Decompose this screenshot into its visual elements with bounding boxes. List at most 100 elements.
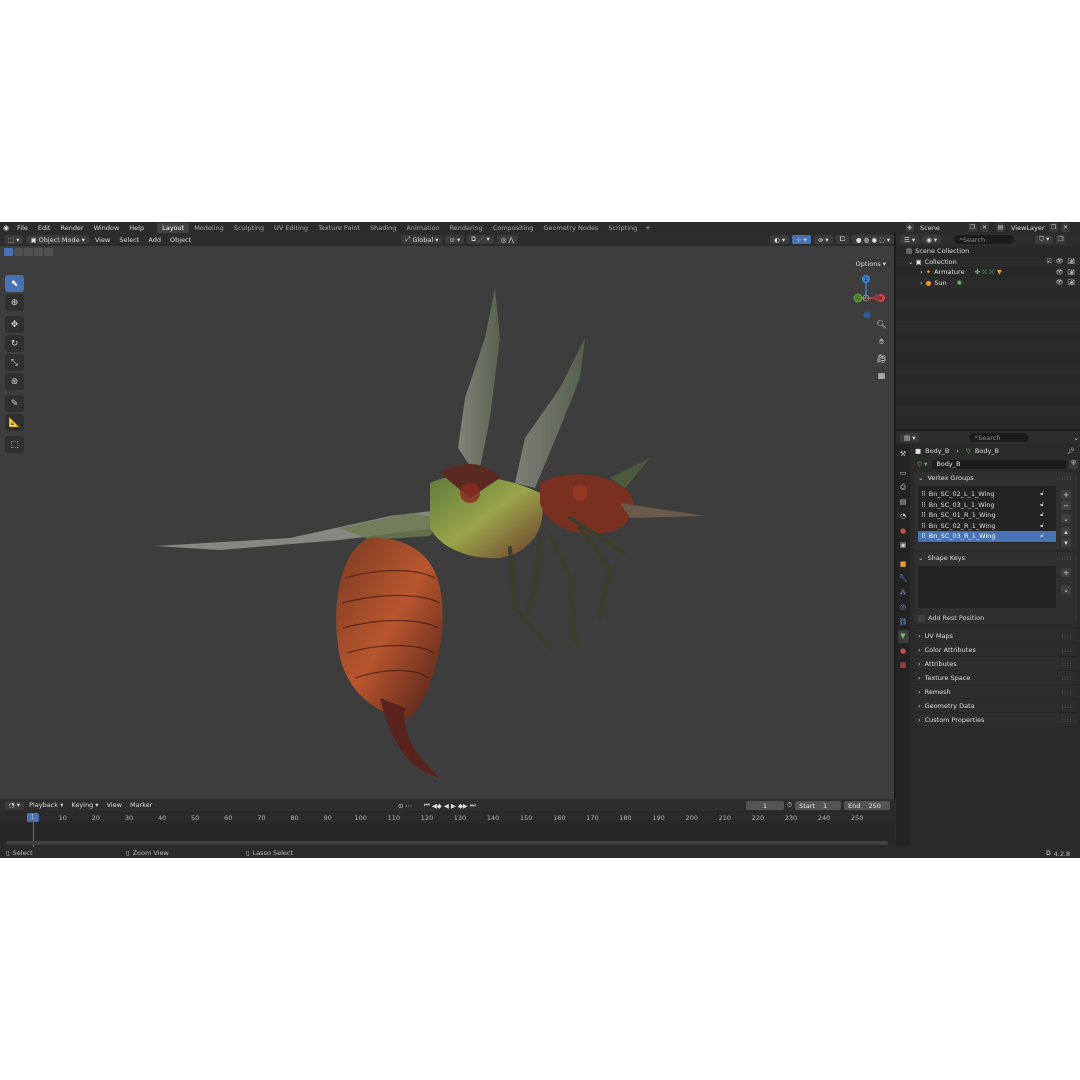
particles-tab-icon[interactable]: ⁂ <box>898 587 909 600</box>
shading-modes[interactable]: ● ◍ ◉ ◌ ▾ <box>851 235 894 244</box>
tab-scripting[interactable]: Scripting <box>603 223 642 233</box>
select-new-icon[interactable] <box>4 248 13 256</box>
header-options-icon[interactable]: ⌄ <box>1073 434 1078 442</box>
tab-uv-editing[interactable]: UV Editing <box>269 223 313 233</box>
gizmo-neg-x[interactable] <box>873 294 881 302</box>
properties-search-input[interactable]: ⌕ Search <box>969 433 1030 442</box>
outliner-item-armature[interactable]: › ✦ Armature ✤ ⛌ ⛌ ▼ 👁︎ 📷︎ <box>896 267 1080 278</box>
gizmo-neg-z[interactable] <box>863 311 871 319</box>
shape-key-list[interactable] <box>918 566 1056 608</box>
current-frame-field[interactable]: 1 <box>746 801 784 810</box>
menu-render[interactable]: Render <box>55 224 88 232</box>
gizmo-toggle[interactable]: ⊹ ▾ <box>792 235 811 244</box>
vertex-groups-header[interactable]: ⌄ Vertex Groups :::: <box>914 472 1077 484</box>
delete-scene-icon[interactable]: ✕ <box>980 223 989 232</box>
menu-select[interactable]: Select <box>116 236 142 244</box>
outliner-item-sun[interactable]: › ● Sun ✺ 👁︎ 📷︎ <box>896 277 1080 288</box>
panel-attributes[interactable]: › Attributes:::: <box>914 656 1077 670</box>
scene-name[interactable]: Scene <box>917 224 965 232</box>
mesh-data-tab-icon[interactable]: ▼ <box>897 630 909 643</box>
proportional-edit-toggle[interactable]: ◎ ⋀ <box>496 235 518 244</box>
start-frame-field[interactable]: Start 1 <box>795 801 842 810</box>
render-tab-icon[interactable]: ▭ <box>898 467 909 480</box>
drag-handle-icon[interactable]: :::: <box>1061 716 1072 724</box>
lock-icon[interactable]: 🔓︎ <box>1040 501 1044 509</box>
drag-handle-icon[interactable]: :::: <box>1061 674 1072 682</box>
lock-icon[interactable]: 🔓︎ <box>1040 532 1044 540</box>
physics-tab-icon[interactable]: ◎ <box>898 601 909 614</box>
drag-handle-icon[interactable]: :::: <box>1061 646 1072 654</box>
scene-tab-icon[interactable]: ◔ <box>898 510 909 523</box>
timeline-editor-type[interactable]: ◔ ▾ <box>5 800 25 810</box>
tab-shading[interactable]: Shading <box>365 223 401 233</box>
menu-add[interactable]: Add <box>145 236 164 244</box>
collection-tab-icon[interactable]: ▣ <box>898 539 909 552</box>
shape-key-specials-button[interactable]: ⌄ <box>1061 585 1071 594</box>
tab-animation[interactable]: Animation <box>401 223 444 233</box>
modifier-tab-icon[interactable]: 🔧︎ <box>898 572 909 585</box>
select-intersect-icon[interactable] <box>44 248 53 256</box>
tab-compositing[interactable]: Compositing <box>488 223 539 233</box>
editor-type-dropdown[interactable]: ⬚ ▾ <box>4 235 24 244</box>
transform-tool-icon[interactable]: ⊛ <box>5 373 24 390</box>
vertex-group-item[interactable]: ⠿ Bn_SC_03_L_1_Wing 🔓︎ <box>918 500 1056 511</box>
tab-rendering[interactable]: Rendering <box>445 223 488 233</box>
move-up-button[interactable]: ▴ <box>1061 527 1071 536</box>
constraints-tab-icon[interactable]: ⛓ <box>898 616 909 629</box>
3d-viewport[interactable]: ⬚ ▾ ▣ Object Mode ▾ View Select Add Objec… <box>0 233 894 799</box>
keyframe-track[interactable] <box>0 823 894 841</box>
vertex-group-list[interactable]: ⠿ Bn_SC_02_L_1_Wing 🔓︎ ⠿ Bn_SC_03_L_1_Wing 🔓︎… <box>918 486 1056 543</box>
keying-set-icon[interactable]: ⋯ <box>405 802 412 810</box>
camera-icon[interactable]: 📷︎ <box>1067 279 1075 286</box>
move-down-button[interactable]: ▾ <box>1061 538 1071 547</box>
camera-icon[interactable]: 📷︎ <box>1067 269 1075 276</box>
lock-icon[interactable]: 🔓︎ <box>1040 511 1044 519</box>
transform-orientation-dropdown[interactable]: ⤢ Global ▾ <box>401 235 443 244</box>
menu-keying[interactable]: Keying ▾ <box>68 801 101 809</box>
drag-handle-icon[interactable]: :::: <box>1061 702 1072 710</box>
material-tab-icon[interactable]: ● <box>898 645 909 658</box>
panel-geometry-data[interactable]: › Geometry Data:::: <box>914 698 1077 712</box>
panel-remesh[interactable]: › Remesh:::: <box>914 684 1077 698</box>
drag-handle-icon[interactable]: :::: <box>1061 688 1072 696</box>
lock-icon[interactable]: 🔓︎ <box>1040 490 1044 498</box>
snap-toggle[interactable]: ⧉ ⋰ ▾ <box>467 235 494 244</box>
vertex-group-item[interactable]: ⠿ Bn_SC_02_R_1_Wing 🔓︎ <box>918 521 1056 532</box>
menu-playback[interactable]: Playback ▾ <box>26 801 66 809</box>
play-icon[interactable]: ▶ <box>451 802 456 810</box>
pan-hand-icon[interactable]: ✋︎ <box>873 335 890 348</box>
outliner-editor-type[interactable]: ☰ ▾ <box>900 235 920 244</box>
fake-user-shield-icon[interactable]: ⛨ <box>1069 459 1078 469</box>
auto-keying-icon[interactable]: ⊙ <box>398 802 403 810</box>
duplicate-view-layer-icon[interactable]: ❐ <box>1049 223 1058 232</box>
overlay-toggle[interactable]: ⊚ ▾ <box>813 235 833 244</box>
perspective-grid-icon[interactable]: ▦ <box>873 369 890 382</box>
mesh-name-field[interactable]: Body_B <box>932 459 1066 469</box>
delete-view-layer-icon[interactable]: ✕ <box>1061 223 1070 232</box>
drag-handle-icon[interactable]: :::: <box>1061 632 1072 640</box>
options-dropdown[interactable]: Options ▾ <box>851 259 890 268</box>
new-collection-icon[interactable]: ❐ <box>1056 235 1066 244</box>
gizmo-y-axis[interactable] <box>853 293 863 303</box>
eye-icon[interactable]: 👁︎ <box>1056 279 1064 286</box>
tab-modeling[interactable]: Modeling <box>189 223 229 233</box>
shape-keys-header[interactable]: ⌄ Shape Keys :::: <box>914 552 1077 564</box>
annotate-tool-icon[interactable]: ✎ <box>5 395 24 412</box>
scene-icon[interactable]: ◈ <box>905 223 914 232</box>
add-rest-position-row[interactable]: Add Rest Position <box>914 612 1077 624</box>
menu-edit[interactable]: Edit <box>33 224 56 232</box>
move-tool-icon[interactable]: ✥ <box>5 316 24 333</box>
stopwatch-icon[interactable]: ⏱ <box>787 801 792 810</box>
jump-prev-key-icon[interactable]: ◀◆ <box>432 802 442 810</box>
add-rest-position-checkbox[interactable] <box>918 614 925 622</box>
menu-view[interactable]: View <box>92 236 113 244</box>
menu-object[interactable]: Object <box>167 236 194 244</box>
checkbox-icon[interactable]: ☑ <box>1046 258 1051 265</box>
measure-tool-icon[interactable]: 📐 <box>5 414 24 431</box>
outliner-search-input[interactable]: ⌕ Search <box>954 235 1015 244</box>
display-mode-dropdown[interactable]: ◉ ▾ <box>922 235 942 244</box>
menu-marker[interactable]: Marker <box>127 801 155 809</box>
eye-icon[interactable]: 👁︎ <box>1056 258 1064 265</box>
vertex-group-specials-button[interactable]: ⌄ <box>1061 514 1071 523</box>
jump-start-icon[interactable]: ⏮ <box>424 801 430 810</box>
